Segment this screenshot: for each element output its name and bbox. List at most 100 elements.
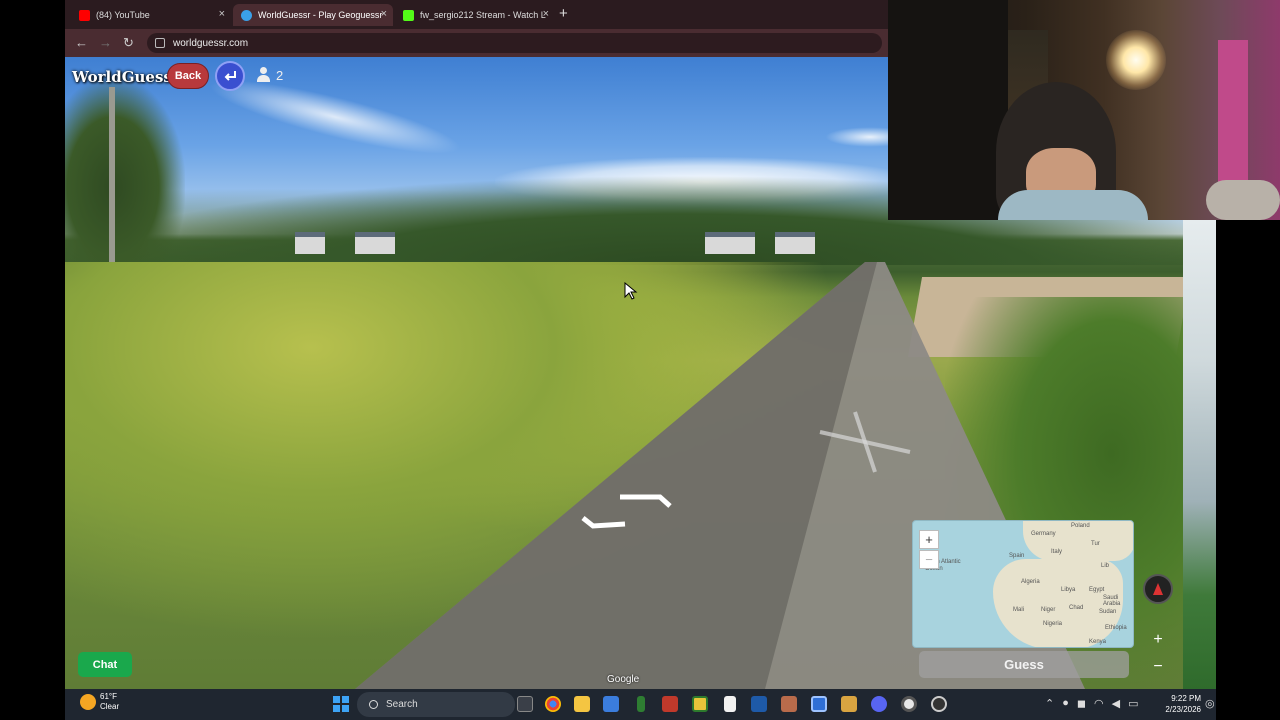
tab-kick-stream[interactable]: fw_sergio212 Stream - Watch L × <box>395 4 555 26</box>
weather-icon <box>80 694 96 710</box>
windows-taskbar: 61°F Clear Search ⌃ ● ◼ ◠ ◀ ▭ 9:22 PM 2/… <box>65 689 1216 720</box>
back-button[interactable]: Back <box>167 63 209 89</box>
volume-icon[interactable]: ◀ <box>1112 697 1120 710</box>
wifi-icon[interactable]: ◠ <box>1094 697 1104 710</box>
map-label: Libya <box>1061 587 1076 593</box>
worldguessr-logo: WorldGuessr <box>72 68 180 86</box>
time: 9:22 PM <box>1171 694 1201 703</box>
notification-bell-icon[interactable]: ◎ <box>1205 697 1215 710</box>
map-zoom-out-button[interactable]: − <box>919 550 939 569</box>
kick-icon <box>403 9 414 21</box>
app-icon[interactable] <box>841 696 857 712</box>
reload-icon[interactable]: ↻ <box>123 35 134 51</box>
map-label: Italy <box>1051 549 1063 555</box>
return-to-start-button[interactable] <box>215 61 245 91</box>
webcam-overlay <box>888 0 1280 220</box>
map-label: Niger <box>1041 607 1056 613</box>
street-view-zoom-out-button[interactable]: − <box>1149 658 1167 676</box>
map-label: Egypt <box>1089 587 1105 593</box>
forward-arrow-icon[interactable]: → <box>99 35 112 50</box>
app-icon[interactable] <box>931 696 947 712</box>
app-icon[interactable] <box>811 696 827 712</box>
weather-temperature: 61°F <box>100 692 117 701</box>
map-label: Lib <box>1101 563 1110 569</box>
app-tray-icon[interactable]: ◼ <box>1077 697 1086 710</box>
map-label: Algeria <box>1021 579 1040 585</box>
task-view-icon[interactable] <box>517 696 533 712</box>
map-zoom-in-button[interactable]: + <box>919 530 939 549</box>
map-label: Sudan <box>1099 609 1117 615</box>
ceiling-light <box>1106 30 1166 90</box>
battery-icon[interactable]: ▭ <box>1128 697 1138 710</box>
room-wall <box>888 0 1008 220</box>
taskbar-search[interactable]: Search <box>357 692 515 717</box>
app-icon[interactable] <box>781 696 797 712</box>
app-icon[interactable] <box>751 696 767 712</box>
map-label: Tur <box>1091 541 1100 547</box>
map-label: Germany <box>1031 531 1056 537</box>
file-explorer-icon[interactable] <box>574 696 590 712</box>
compass-icon[interactable] <box>1143 574 1173 604</box>
map-label: Chad <box>1069 605 1084 611</box>
store-icon[interactable] <box>603 696 619 712</box>
map-label: Mali <box>1013 607 1025 613</box>
obs-icon[interactable] <box>901 696 917 712</box>
app-icon[interactable] <box>637 696 645 712</box>
map-label: Kenya <box>1089 639 1107 645</box>
chevron-up-icon[interactable]: ⌃ <box>1045 697 1054 710</box>
weather-description: Clear <box>100 702 120 711</box>
tab-title: fw_sergio212 Stream - Watch L <box>420 10 546 20</box>
street-view-zoom-in-button[interactable]: + <box>1149 631 1167 649</box>
screen: (84) YouTube × WorldGuessr - Play Geogue… <box>0 0 1280 720</box>
site-info-icon[interactable] <box>155 38 165 48</box>
search-label: Search <box>386 699 418 710</box>
microphone-icon[interactable]: ● <box>1062 697 1069 710</box>
discord-icon[interactable] <box>871 696 887 712</box>
person-icon <box>256 67 272 83</box>
mouse-cursor-icon <box>624 282 638 300</box>
globe-icon <box>241 9 252 21</box>
search-icon <box>369 700 378 709</box>
youtube-icon <box>79 9 90 21</box>
document-icon[interactable] <box>724 696 736 712</box>
chrome-icon[interactable] <box>545 696 561 712</box>
chair <box>1206 180 1280 220</box>
streamer-shirt <box>998 190 1148 220</box>
map-label: Poland <box>1071 523 1090 529</box>
close-tab-icon[interactable]: × <box>219 8 225 20</box>
guess-button[interactable]: Guess <box>919 651 1129 678</box>
chat-button[interactable]: Chat <box>78 652 132 677</box>
compass-needle <box>1153 583 1163 595</box>
address-bar[interactable]: worldguessr.com <box>147 33 882 53</box>
clock[interactable]: 9:22 PM 2/23/2026 <box>1145 693 1201 715</box>
backward-arrow-icon[interactable] <box>581 516 626 529</box>
map-label: Nigeria <box>1043 621 1063 627</box>
guess-minimap[interactable]: Germany Poland Spain Italy Tur Lib North… <box>912 520 1134 648</box>
map-label: Ethiopia <box>1105 625 1127 631</box>
browser-tab-bar: (84) YouTube × WorldGuessr - Play Geogue… <box>65 0 890 29</box>
app-icon[interactable] <box>662 696 678 712</box>
map-label: Saudi Arabia <box>1103 595 1121 607</box>
browser-toolbar: ← → ↻ worldguessr.com <box>65 29 890 57</box>
close-tab-icon[interactable]: × <box>543 8 549 20</box>
tab-worldguessr[interactable]: WorldGuessr - Play Geoguessr × <box>233 4 393 26</box>
street-view-nav-arrows[interactable] <box>575 488 675 538</box>
weather-widget[interactable]: 61°F Clear <box>80 692 119 712</box>
undo-arrow-icon <box>224 71 236 81</box>
back-arrow-icon[interactable]: ← <box>75 35 88 50</box>
start-button[interactable] <box>333 696 349 712</box>
tab-youtube[interactable]: (84) YouTube × <box>71 4 231 26</box>
close-tab-icon[interactable]: × <box>381 8 387 20</box>
date: 2/23/2026 <box>1165 705 1201 714</box>
system-tray: ⌃ ● ◼ ◠ ◀ ▭ <box>1045 697 1139 710</box>
url-text: worldguessr.com <box>173 37 249 49</box>
door <box>1218 40 1248 190</box>
player-count: 2 <box>256 67 283 83</box>
tab-title: WorldGuessr - Play Geoguessr <box>258 10 383 20</box>
side-panel-edge <box>1183 220 1216 689</box>
tab-title: (84) YouTube <box>96 10 150 20</box>
app-icon[interactable] <box>692 696 708 712</box>
new-tab-button[interactable]: + <box>559 5 568 22</box>
forward-arrow-icon[interactable] <box>620 494 672 508</box>
google-attribution: Google <box>607 674 640 685</box>
